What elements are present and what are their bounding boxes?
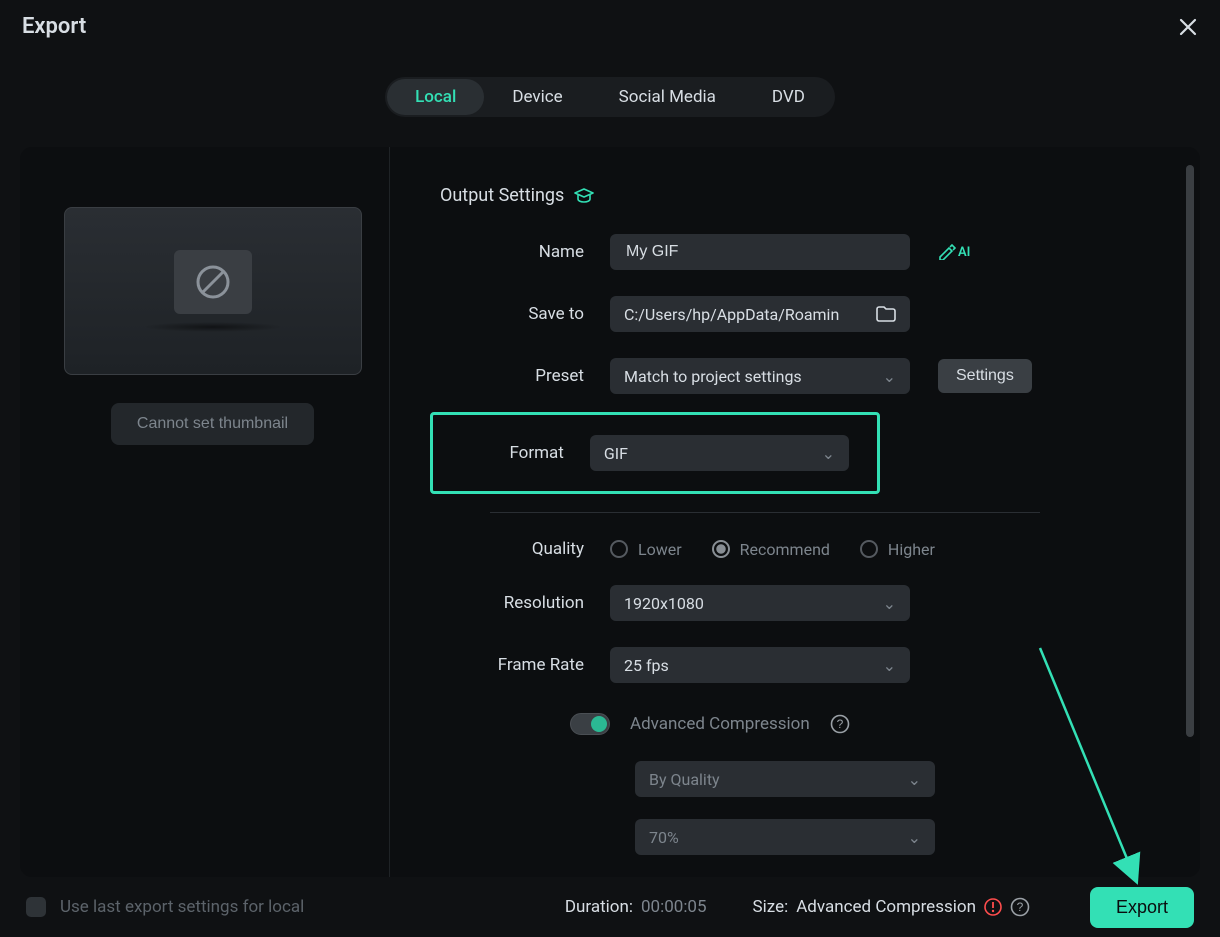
save-to-input[interactable]: C:/Users/hp/AppData/Roamin (610, 296, 910, 332)
chevron-down-icon: ⌄ (908, 770, 921, 789)
name-label: Name (440, 242, 610, 262)
resolution-select[interactable]: 1920x1080 ⌄ (610, 585, 910, 621)
tab-device[interactable]: Device (484, 79, 590, 115)
format-label: Format (433, 443, 590, 463)
main-panel: Cannot set thumbnail Output Settings Nam… (20, 147, 1200, 877)
size-value: Advanced Compression (796, 897, 976, 917)
divider (490, 512, 1040, 513)
svg-text:?: ? (836, 717, 843, 731)
export-button[interactable]: Export (1090, 887, 1194, 928)
advanced-compression-toggle[interactable] (570, 713, 610, 735)
compression-value: 70% (649, 828, 679, 847)
compression-value-select[interactable]: 70% ⌄ (635, 819, 935, 855)
duration-label: Duration: (565, 897, 633, 917)
no-thumbnail-icon (193, 262, 233, 302)
resolution-label: Resolution (440, 593, 610, 613)
compression-mode-select[interactable]: By Quality ⌄ (635, 761, 935, 797)
warning-icon (984, 898, 1002, 916)
chevron-down-icon: ⌄ (883, 367, 896, 386)
size-label: Size: (753, 897, 789, 917)
resolution-value: 1920x1080 (624, 594, 704, 613)
use-last-settings-label: Use last export settings for local (60, 897, 304, 917)
thumbnail-preview (64, 207, 362, 375)
ai-rename-button[interactable]: AI (938, 244, 970, 260)
footer-bar: Use last export settings for local Durat… (0, 877, 1220, 937)
preset-value: Match to project settings (624, 367, 802, 386)
quality-label: Quality (440, 539, 610, 559)
folder-icon[interactable] (876, 306, 896, 322)
pencil-icon (938, 244, 956, 260)
format-value: GIF (604, 444, 628, 463)
name-input-field[interactable] (624, 242, 896, 262)
format-highlight: Format GIF ⌄ (430, 412, 880, 494)
svg-text:?: ? (1017, 900, 1024, 914)
chevron-down-icon: ⌄ (883, 594, 896, 613)
frame-rate-select[interactable]: 25 fps ⌄ (610, 647, 910, 683)
section-title: Output Settings (440, 185, 564, 206)
format-select[interactable]: GIF ⌄ (590, 435, 849, 471)
preset-label: Preset (440, 366, 610, 386)
help-icon[interactable]: ? (830, 714, 850, 734)
tab-dvd[interactable]: DVD (744, 79, 833, 115)
quality-higher-radio[interactable]: Higher (860, 540, 935, 559)
quality-recommend-radio[interactable]: Recommend (712, 540, 830, 559)
export-tabs: Local Device Social Media DVD (0, 77, 1220, 117)
duration-value: 00:00:05 (641, 897, 707, 917)
save-to-value: C:/Users/hp/AppData/Roamin (624, 305, 839, 324)
chevron-down-icon: ⌄ (822, 444, 835, 463)
scrollbar[interactable] (1186, 165, 1194, 737)
tab-local[interactable]: Local (387, 79, 484, 115)
set-thumbnail-button[interactable]: Cannot set thumbnail (111, 403, 314, 445)
compression-mode-value: By Quality (649, 770, 720, 789)
chevron-down-icon: ⌄ (883, 656, 896, 675)
dialog-title: Export (22, 14, 86, 39)
preset-settings-button[interactable]: Settings (938, 359, 1032, 393)
name-input[interactable] (610, 234, 910, 270)
use-last-settings-checkbox[interactable] (26, 897, 46, 917)
close-button[interactable] (1178, 17, 1198, 37)
save-to-label: Save to (440, 304, 610, 324)
graduation-cap-icon[interactable] (574, 187, 594, 205)
advanced-compression-label: Advanced Compression (630, 714, 810, 734)
quality-lower-radio[interactable]: Lower (610, 540, 682, 559)
chevron-down-icon: ⌄ (908, 828, 921, 847)
tab-social-media[interactable]: Social Media (591, 79, 744, 115)
frame-rate-value: 25 fps (624, 656, 669, 675)
preset-select[interactable]: Match to project settings ⌄ (610, 358, 910, 394)
frame-rate-label: Frame Rate (440, 655, 610, 675)
help-icon[interactable]: ? (1010, 897, 1030, 917)
